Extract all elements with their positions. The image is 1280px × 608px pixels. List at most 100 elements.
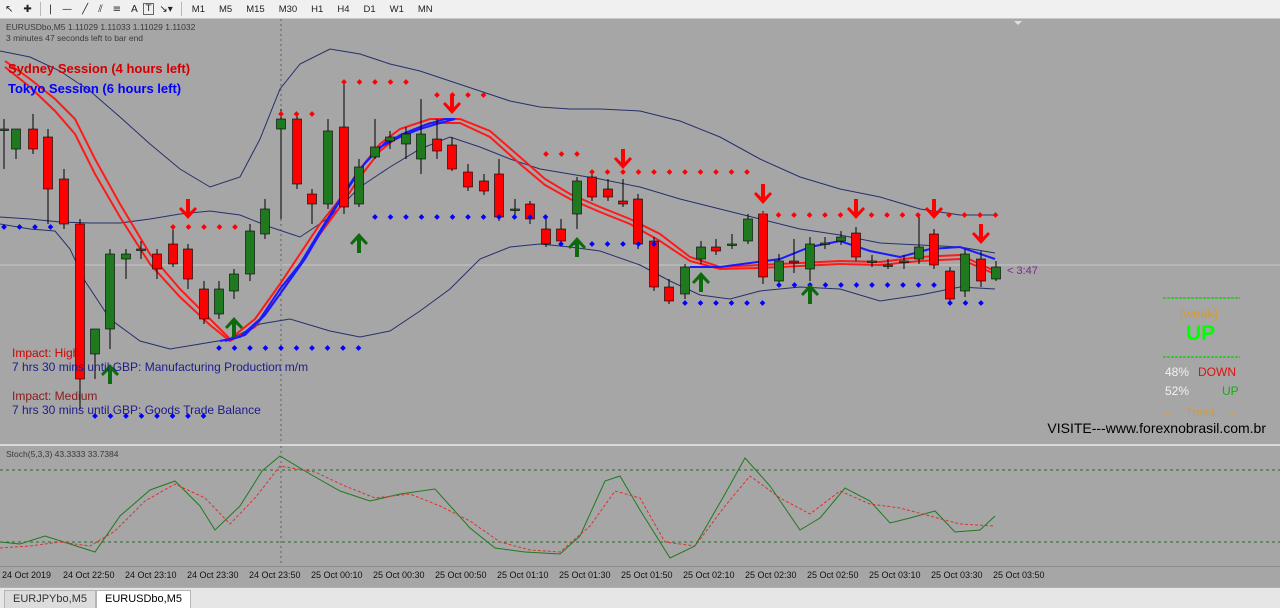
candle-body <box>447 144 457 170</box>
support-dot <box>47 224 54 230</box>
timeframe-m30[interactable]: M30 <box>272 1 304 17</box>
tab-eurjpy[interactable]: EURJPYbo,M5 <box>4 590 96 608</box>
candle-body <box>556 228 566 242</box>
candle-body <box>401 133 411 145</box>
sell-arrow-icon <box>754 184 772 204</box>
time-tick: 25 Oct 00:50 <box>435 570 487 580</box>
candle-body <box>664 286 674 302</box>
time-tick: 24 Oct 22:50 <box>63 570 115 580</box>
visite-watermark: VISITE---www.forexnobrasil.com.br <box>1047 420 1266 436</box>
channel-icon[interactable]: ⫽ <box>93 1 107 17</box>
candle-body <box>43 136 53 190</box>
timeframe-m15[interactable]: M15 <box>239 1 271 17</box>
time-axis: 24 Oct 2019 24 Oct 22:50 24 Oct 23:10 24… <box>0 566 1280 587</box>
timeframe-h1[interactable]: H1 <box>304 1 330 17</box>
resistance-dot <box>977 212 983 218</box>
timeframe-mn[interactable]: MN <box>411 1 440 17</box>
bar-timer: 3 minutes 47 seconds left to bar end <box>6 33 144 43</box>
candle-body <box>789 260 799 264</box>
main-chart-area[interactable]: EURUSDbo,M5 1.11029 1.11033 1.11029 1.11… <box>0 19 1280 444</box>
candle-body <box>11 128 21 150</box>
stochastic-panel[interactable]: Stoch(5,3,3) 43.3333 33.7384 <box>0 446 1280 566</box>
support-dot <box>776 282 782 288</box>
resistance-dot <box>372 79 378 85</box>
resistance-dot <box>791 212 797 218</box>
timeframe-m1[interactable]: M1 <box>185 1 212 17</box>
support-dot <box>604 241 611 247</box>
support-dot <box>915 282 922 288</box>
vertical-line-icon[interactable]: | <box>44 1 57 17</box>
crosshair-icon[interactable]: ✚ <box>18 1 36 17</box>
price-countdown: < 3:47 <box>1007 265 1038 277</box>
support-dot <box>434 214 440 220</box>
candle-body <box>229 273 239 292</box>
support-dot <box>355 345 362 351</box>
horizontal-line-icon[interactable]: — <box>57 1 77 17</box>
buy-arrow-icon <box>692 272 710 292</box>
candle-body <box>618 200 628 205</box>
support-dot <box>418 214 425 220</box>
candle-body <box>541 228 551 245</box>
support-dot <box>324 345 331 351</box>
candle-body <box>214 288 224 315</box>
tab-eurusd[interactable]: EURUSDbo,M5 <box>95 590 192 608</box>
candle-body <box>696 246 706 260</box>
candle-body <box>136 248 146 251</box>
candle-body <box>805 243 815 270</box>
fibonacci-icon[interactable]: ≡ <box>108 1 126 17</box>
candle-body <box>743 218 753 242</box>
down-percent: 48% <box>1165 365 1190 379</box>
candle-body <box>711 246 721 252</box>
candle-body <box>945 270 955 300</box>
trend-line-icon[interactable]: ╱ <box>77 1 93 17</box>
support-dot <box>713 300 719 306</box>
candle-body <box>183 248 193 280</box>
text-tool[interactable]: A <box>126 1 143 17</box>
shapes-dropdown-icon[interactable]: ↘▾ <box>154 1 177 17</box>
support-dot <box>962 300 969 306</box>
candle-body <box>867 260 877 263</box>
resistance-dot <box>170 224 176 230</box>
candle-body <box>836 236 846 242</box>
resistance-dot <box>713 169 719 175</box>
candle-body <box>494 173 504 218</box>
resistance-dot <box>697 169 704 175</box>
resistance-dot <box>822 212 828 218</box>
news-impact: Impact: Medium <box>12 389 98 403</box>
resistance-dot <box>806 212 813 218</box>
cursor-icon[interactable]: ↖ <box>0 1 18 17</box>
candle-body <box>914 246 924 260</box>
resistance-dot <box>666 169 673 175</box>
resistance-dot <box>558 151 565 157</box>
sell-arrow-icon <box>179 199 197 219</box>
time-tick: 25 Oct 02:50 <box>807 570 859 580</box>
resistance-dot <box>744 169 750 175</box>
resistance-dot <box>232 224 238 230</box>
support-dot <box>620 241 626 247</box>
down-label: DOWN <box>1198 365 1236 379</box>
up-percent: 52% <box>1165 384 1190 398</box>
resistance-dot <box>293 111 300 117</box>
timeframe-m5[interactable]: M5 <box>212 1 239 17</box>
signal-direction: UP <box>1186 322 1216 345</box>
support-dot <box>480 214 487 220</box>
candle-body <box>976 258 986 282</box>
timeframe-h4[interactable]: H4 <box>330 1 356 17</box>
candle-body <box>649 240 659 288</box>
resistance-dot <box>589 169 595 175</box>
timeframe-d1[interactable]: D1 <box>356 1 382 17</box>
toolbar-separator <box>39 2 41 16</box>
sell-arrow-icon <box>972 224 990 244</box>
label-tool[interactable]: T <box>142 3 155 15</box>
buy-arrow-icon <box>350 233 368 253</box>
news-item: Impact: Medium 7 hrs 30 mins until GBP: … <box>12 389 261 417</box>
candle-body <box>432 138 442 152</box>
candle-body <box>199 288 209 320</box>
timeframe-w1[interactable]: W1 <box>383 1 411 17</box>
trend-arrow-icon: ← <box>1162 407 1173 419</box>
time-tick: 24 Oct 2019 <box>2 570 52 580</box>
resistance-dot <box>434 92 440 98</box>
stoch-signal-line <box>0 465 996 553</box>
resistance-dot <box>387 79 394 85</box>
candle-body <box>416 133 426 160</box>
